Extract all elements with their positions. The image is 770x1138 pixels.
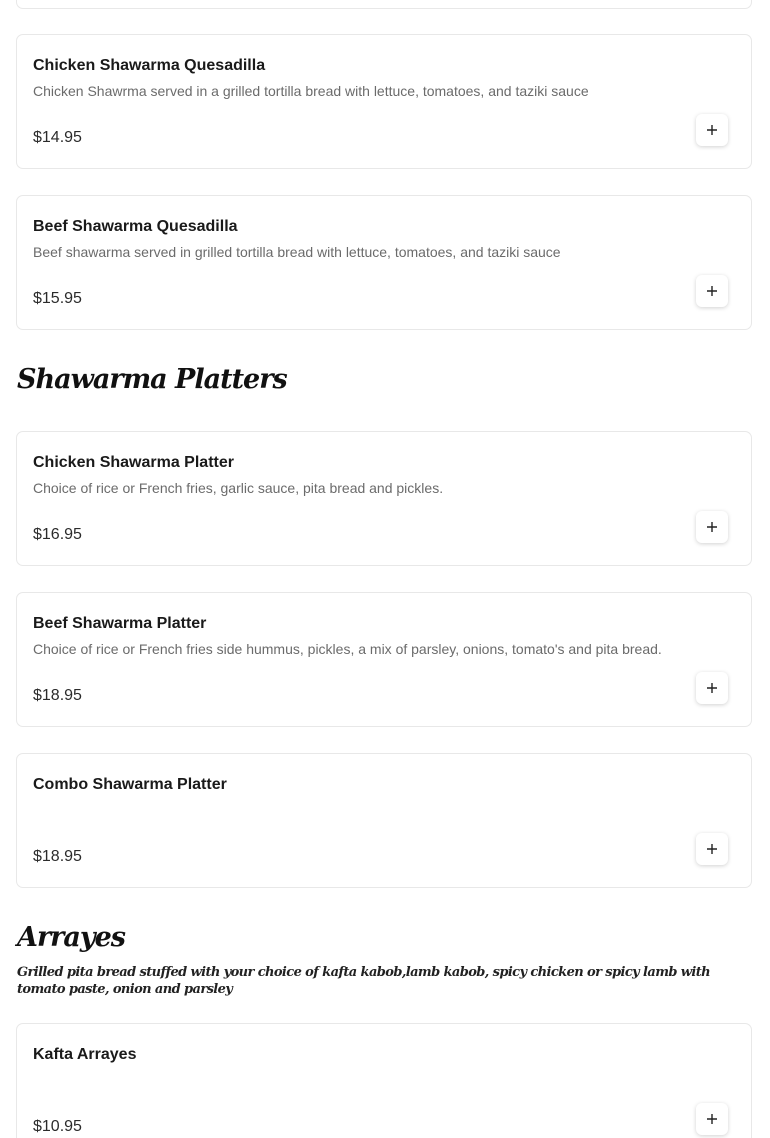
menu-item-card[interactable]: Kafta Arrayes $10.95	[16, 1023, 752, 1138]
menu-item-price: $15.95	[33, 290, 82, 307]
plus-icon	[707, 125, 717, 135]
menu-item-price: $18.95	[33, 848, 82, 865]
section-title-arrayes: Arrayes	[17, 922, 126, 953]
menu-item-price: $14.95	[33, 129, 82, 146]
menu-item-card[interactable]: Beef Shawarma Platter Choice of rice or …	[16, 592, 752, 727]
plus-icon	[707, 844, 717, 854]
menu-page: Chicken Shawarma Quesadilla Chicken Shaw…	[0, 0, 770, 1138]
add-to-cart-button[interactable]	[696, 511, 728, 543]
menu-item-name: Chicken Shawarma Platter	[33, 454, 234, 471]
plus-icon	[707, 683, 717, 693]
menu-item-name: Beef Shawarma Platter	[33, 615, 207, 632]
section-description: Grilled pita bread stuffed with your cho…	[17, 965, 711, 997]
add-to-cart-button[interactable]	[696, 1103, 728, 1135]
menu-item-card-partial[interactable]	[16, 0, 752, 9]
plus-icon	[707, 286, 717, 296]
menu-item-card[interactable]: Combo Shawarma Platter $18.95	[16, 753, 752, 888]
menu-item-price: $10.95	[33, 1118, 82, 1135]
menu-item-card[interactable]: Chicken Shawarma Quesadilla Chicken Shaw…	[16, 34, 752, 169]
menu-item-price: $16.95	[33, 526, 82, 543]
menu-item-name: Combo Shawarma Platter	[33, 776, 227, 793]
menu-item-price: $18.95	[33, 687, 82, 704]
add-to-cart-button[interactable]	[696, 672, 728, 704]
add-to-cart-button[interactable]	[696, 114, 728, 146]
menu-item-name: Kafta Arrayes	[33, 1046, 137, 1063]
plus-icon	[707, 1114, 717, 1124]
plus-icon	[707, 522, 717, 532]
menu-item-description: Choice of rice or French fries side humm…	[33, 641, 662, 657]
add-to-cart-button[interactable]	[696, 275, 728, 307]
menu-item-description: Chicken Shawrma served in a grilled tort…	[33, 83, 589, 99]
section-title-shawarma-platters: Shawarma Platters	[17, 364, 288, 395]
menu-item-name: Chicken Shawarma Quesadilla	[33, 57, 266, 74]
menu-item-description: Choice of rice or French fries, garlic s…	[33, 480, 444, 496]
add-to-cart-button[interactable]	[696, 833, 728, 865]
menu-item-card[interactable]: Chicken Shawarma Platter Choice of rice …	[16, 431, 752, 566]
menu-item-card[interactable]: Beef Shawarma Quesadilla Beef shawarma s…	[16, 195, 752, 330]
menu-item-name: Beef Shawarma Quesadilla	[33, 218, 238, 235]
menu-item-description: Beef shawarma served in grilled tortilla…	[33, 244, 561, 260]
